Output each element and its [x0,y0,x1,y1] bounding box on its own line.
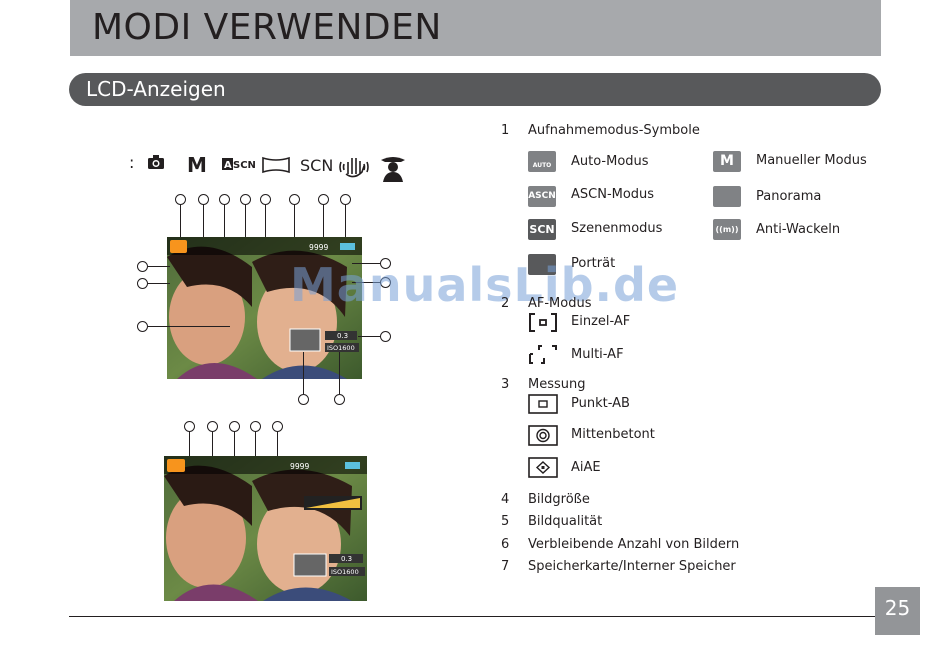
panorama-mode-icon [713,186,741,207]
leader-line [323,203,324,237]
legend-label: ASCN-Modus [571,187,655,202]
callout-circle [137,321,148,332]
legend-label: Aufnahmemodus-Symbole [528,123,700,138]
callout-circle [340,194,351,205]
svg-text:0.3: 0.3 [341,555,352,563]
callout-circle [207,421,218,432]
anti-shake-hand-icon [339,158,369,178]
leader-line [303,352,304,394]
leader-line [180,203,181,237]
legend-label: Punkt-AB [571,396,630,411]
legend-number: 6 [501,537,510,552]
legend-label: Speicherkarte/Interner Speicher [528,559,736,574]
scn-icon: SCN [300,156,333,175]
legend-number: 7 [501,559,510,574]
legend-number: 4 [501,492,510,507]
leader-line [189,431,190,456]
manual-m-icon: M [187,153,207,177]
svg-text:M: M [187,153,207,177]
ascn-icon: A SCN [222,158,256,171]
leader-line [255,431,256,456]
legend-label: Einzel-AF [571,314,631,329]
callout-circle [219,194,230,205]
watermark: ManualsLib.de [290,258,680,312]
ascn-mode-icon: ASCN [528,186,556,207]
section-title: LCD-Anzeigen [86,77,226,101]
spot-metering-icon [528,394,558,414]
legend-label: Anti-Wackeln [756,222,841,237]
svg-text:ISO1600: ISO1600 [331,568,359,576]
legend-label: AF-Modus [528,296,592,311]
leader-line [148,283,170,284]
leader-line [294,203,295,237]
leader-line [212,431,213,456]
leader-line [339,352,340,394]
svg-text:0.3: 0.3 [337,332,348,340]
legend-label: Bildqualität [528,514,603,529]
svg-text:SCN: SCN [233,160,256,171]
camera-icon [148,155,164,169]
aiae-metering-icon [528,457,558,478]
legend-label: Messung [528,377,586,392]
legend-label: Szenenmodus [571,221,663,236]
legend-label: Bildgröße [528,492,590,507]
callout-circle [240,194,251,205]
multi-af-icon [529,345,557,364]
legend-label: Manueller Modus [756,153,867,168]
leader-line [345,203,346,237]
callout-circle [318,194,329,205]
auto-mode-icon: AUTO [528,151,556,172]
center-metering-icon [528,425,558,446]
leader-line [148,326,230,327]
callout-circle [289,194,300,205]
svg-text:A: A [224,160,232,171]
page-number: 25 [884,596,911,620]
callout-circle [272,421,283,432]
legend-number: 3 [501,377,510,392]
legend-label: Auto-Modus [571,154,649,169]
leader-line [234,431,235,456]
callout-circle [137,278,148,289]
leader-line [245,203,246,237]
callout-circle [184,421,195,432]
callout-circle [298,394,309,405]
svg-text:9999: 9999 [309,243,328,252]
mode-row-colon: : [129,153,135,172]
svg-text:9999: 9999 [290,462,309,471]
callout-circle [260,194,271,205]
legend-label: Verbleibende Anzahl von Bildern [528,537,740,552]
mode-icons-row: M A SCN SCN [148,153,405,182]
leader-line [148,266,170,267]
callout-circle [380,331,391,342]
leader-line [358,336,381,337]
callout-circle [334,394,345,405]
legend-label: AiAE [571,460,601,475]
leader-line [265,203,266,237]
legend-label: Mittenbetont [571,427,655,442]
portrait-icon [381,157,405,182]
callout-circle [175,194,186,205]
manual-mode-icon: M [713,151,741,172]
svg-text:SCN: SCN [300,156,333,175]
svg-text:ISO1600: ISO1600 [327,344,355,352]
leader-line [277,431,278,456]
panorama-icon [262,156,290,174]
callout-circle [198,194,209,205]
legend-label: Multi-AF [571,347,624,362]
lcd-screen-bottom: 9999 0.3 ISO1600 [164,456,367,601]
leader-line [203,203,204,237]
callout-circle [137,261,148,272]
legend-label: Panorama [756,189,822,204]
leader-line [224,203,225,237]
legend-number: 1 [501,123,510,138]
legend-number: 2 [501,296,510,311]
single-af-icon [529,313,557,332]
footer-rule [69,616,875,617]
scene-mode-icon: SCN [528,219,556,240]
legend-number: 5 [501,514,510,529]
callout-circle [250,421,261,432]
callout-circle [229,421,240,432]
anti-shake-mode-icon: ((m)) [713,219,741,240]
page-title: MODI VERWENDEN [92,7,442,48]
